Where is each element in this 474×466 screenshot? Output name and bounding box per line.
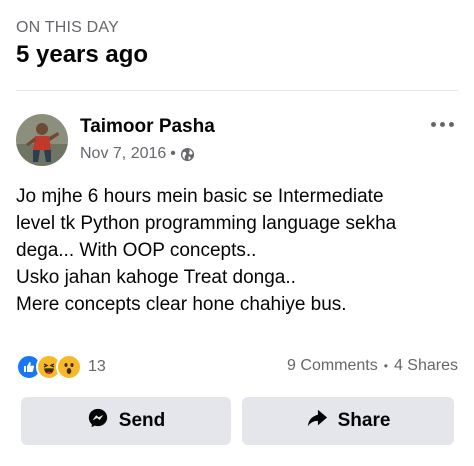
memory-kicker: ON THIS DAY	[16, 19, 119, 36]
more-dot	[439, 121, 445, 127]
stats-separator: •	[383, 359, 388, 373]
avatar[interactable]	[16, 114, 68, 166]
more-options-button[interactable]	[428, 114, 456, 134]
author-name[interactable]: Taimoor Pasha	[80, 116, 215, 138]
engagement-stats: 9 Comments • 4 Shares	[287, 357, 458, 375]
send-button[interactable]: Send	[21, 397, 231, 445]
post-text: Jo mjhe 6 hours mein basic se Intermedia…	[16, 183, 456, 318]
memory-title: 5 years ago	[16, 41, 149, 68]
send-label: Send	[118, 410, 166, 431]
post-date[interactable]: Nov 7, 2016	[80, 145, 166, 163]
messenger-icon	[87, 407, 109, 435]
globe-icon[interactable]	[180, 147, 195, 162]
comments-count[interactable]: 9 Comments	[287, 357, 378, 375]
shares-count[interactable]: 4 Shares	[394, 357, 458, 375]
post-text-line: dega... With OOP concepts..	[16, 240, 257, 261]
share-button[interactable]: Share	[242, 397, 454, 445]
wow-icon	[56, 354, 82, 380]
divider	[16, 90, 458, 91]
post-text-line: Mere concepts clear hone chahiye bus.	[16, 294, 347, 315]
post-text-line: level tk Python programming language sek…	[16, 213, 397, 234]
more-dot	[448, 121, 454, 127]
post-meta: Nov 7, 2016 •	[80, 145, 195, 163]
share-arrow-icon	[306, 407, 328, 435]
share-label: Share	[337, 410, 391, 431]
post-text-line: Usko jahan kahoge Treat donga..	[16, 267, 296, 288]
reaction-count: 13	[88, 358, 106, 375]
post-text-line: Jo mjhe 6 hours mein basic se Intermedia…	[16, 186, 384, 207]
more-dot	[430, 121, 436, 127]
meta-separator: •	[170, 145, 176, 162]
reactions-summary[interactable]: 13	[16, 354, 106, 380]
